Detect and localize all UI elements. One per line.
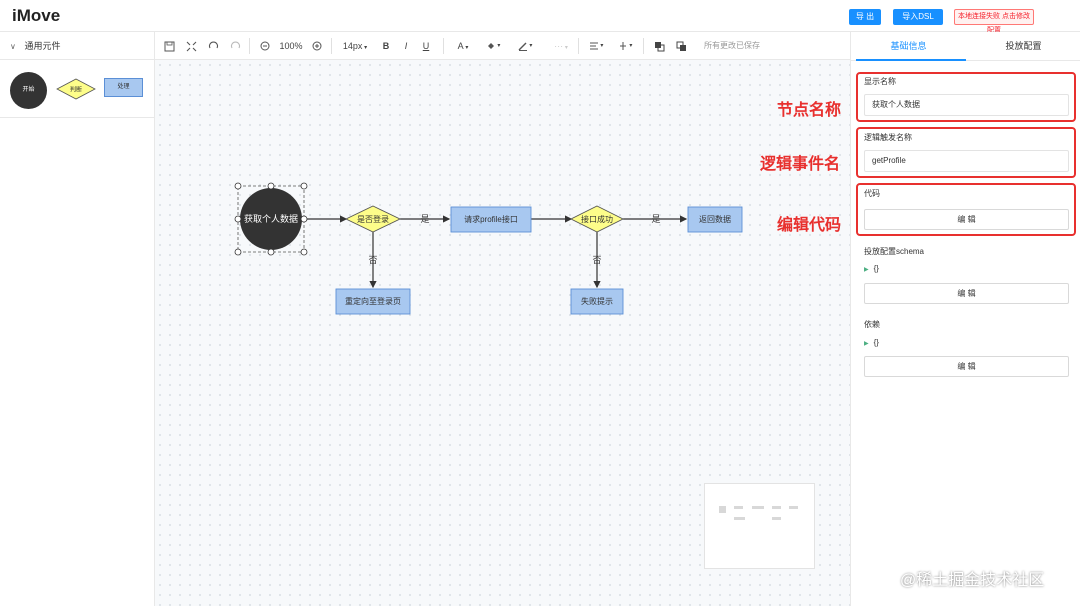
line-style-icon[interactable]: ··· ▾ <box>548 32 574 60</box>
node-redirect-login-label: 重定向至登录页 <box>345 296 401 306</box>
underline-button[interactable]: U <box>419 32 433 60</box>
highlight-trigger-name <box>856 127 1076 178</box>
node-fail-tip[interactable]: 失败提示 <box>570 288 624 315</box>
annotation-logic-event-name: 逻辑事件名 <box>760 156 841 173</box>
expand-triangle-icon[interactable]: ▶ <box>864 341 869 347</box>
node-request-profile-label: 请求profile接口 <box>464 214 518 224</box>
component-palette: 开始 判断 处理 <box>0 60 154 118</box>
save-status-text: 所有更改已保存 <box>704 41 760 50</box>
send-to-back-icon[interactable] <box>673 32 689 60</box>
app-title: iMove <box>12 6 61 25</box>
toolbar-divider <box>443 38 444 54</box>
font-size-value: 14px <box>342 41 363 51</box>
zoom-level: 100% <box>279 41 303 51</box>
redo-icon[interactable] <box>227 32 243 60</box>
annotation-edit-code: 编辑代码 <box>777 217 842 234</box>
horizontal-align-icon[interactable]: ▾ <box>585 32 607 60</box>
node-return-data-label: 返回数据 <box>699 214 731 224</box>
toolbar-divider <box>578 38 579 54</box>
caret-down-icon: ▾ <box>362 45 368 51</box>
font-size-select[interactable]: 14px ▾ <box>337 32 373 60</box>
edge-label-yes: 是 <box>420 214 429 224</box>
dependencies-json-view[interactable]: ▶ {} <box>864 338 879 347</box>
minimap-preview <box>719 506 798 520</box>
schema-json-value: {} <box>873 264 879 273</box>
component-group-label: 通用元件 <box>24 41 61 51</box>
font-color-icon[interactable]: A ▾ <box>452 32 474 60</box>
node-api-success-label: 接口成功 <box>581 214 613 224</box>
node-start[interactable]: 获取个人数据 <box>234 182 308 256</box>
save-icon[interactable] <box>161 32 177 60</box>
node-redirect-login[interactable]: 重定向至登录页 <box>335 288 411 315</box>
zoom-in-icon[interactable] <box>309 32 325 60</box>
bring-to-front-icon[interactable] <box>651 32 667 60</box>
tab-basic-info[interactable]: 基础信息 <box>851 32 966 61</box>
chevron-down-icon: ∨ <box>10 42 16 51</box>
connection-status-button[interactable]: 本地连接失败 点击修改配置 <box>954 9 1034 34</box>
edit-dependencies-button[interactable]: 编 辑 <box>864 356 1069 377</box>
edge-label-no: 否 <box>368 255 377 265</box>
node-is-logged-in[interactable]: 是否登录 <box>344 205 402 233</box>
node-return-data[interactable]: 返回数据 <box>687 206 743 233</box>
fit-view-icon[interactable] <box>183 32 199 60</box>
tab-delivery-config[interactable]: 投放配置 <box>966 32 1080 61</box>
toolbar-divider <box>249 38 250 54</box>
bold-button[interactable]: B <box>379 32 393 60</box>
dependencies-json-value: {} <box>873 338 879 347</box>
component-sidebar: ∨ 通用元件 开始 判断 处理 <box>0 32 155 606</box>
watermark-text: @稀土掘金技术社区 <box>900 572 1045 589</box>
highlight-code <box>856 183 1076 236</box>
panel-tabs: 基础信息 投放配置 <box>851 32 1080 61</box>
judge-component[interactable]: 判断 <box>56 78 96 100</box>
app-header: iMove 导 出 导入DSL 本地连接失败 点击修改配置 <box>0 0 1080 34</box>
node-request-profile[interactable]: 请求profile接口 <box>450 206 532 233</box>
start-component[interactable]: 开始 <box>10 72 47 109</box>
expand-triangle-icon[interactable]: ▶ <box>864 267 869 273</box>
fill-color-icon[interactable]: ▾ <box>482 32 504 60</box>
edge-label-yes: 是 <box>651 214 660 224</box>
node-is-logged-in-label: 是否登录 <box>357 214 389 224</box>
zoom-out-icon[interactable] <box>257 32 273 60</box>
flow-canvas[interactable]: 是 是 否 否 获取个人数据 是否登录 请求profile接口 接口成功 返回数… <box>155 60 850 606</box>
border-color-icon[interactable]: ▾ <box>514 32 536 60</box>
import-dsl-button[interactable]: 导入DSL <box>893 9 943 25</box>
judge-component-label: 判断 <box>70 86 82 94</box>
vertical-align-icon[interactable]: ▾ <box>614 32 636 60</box>
schema-json-view[interactable]: ▶ {} <box>864 264 879 273</box>
editor-toolbar: 100% 14px ▾ B I U A ▾ ▾ ▾ ··· ▾ ▾ ▾ 所有更改… <box>155 32 850 60</box>
active-tab-indicator <box>856 59 966 61</box>
annotation-node-name: 节点名称 <box>777 102 842 119</box>
node-api-success[interactable]: 接口成功 <box>569 205 625 233</box>
edge-label-no: 否 <box>592 255 601 265</box>
export-button[interactable]: 导 出 <box>849 9 881 25</box>
node-start-label: 获取个人数据 <box>244 213 298 224</box>
schema-label: 投放配置schema <box>864 247 925 256</box>
italic-button[interactable]: I <box>399 32 413 60</box>
toolbar-divider <box>331 38 332 54</box>
node-fail-tip-label: 失败提示 <box>581 296 613 306</box>
highlight-display-name <box>856 72 1076 122</box>
toolbar-divider <box>643 38 644 54</box>
undo-icon[interactable] <box>205 32 221 60</box>
minimap[interactable] <box>704 483 815 569</box>
edit-schema-button[interactable]: 编 辑 <box>864 283 1069 304</box>
component-group-header[interactable]: ∨ 通用元件 <box>0 32 154 60</box>
process-component[interactable]: 处理 <box>104 78 143 97</box>
dependencies-label: 依赖 <box>864 320 880 329</box>
